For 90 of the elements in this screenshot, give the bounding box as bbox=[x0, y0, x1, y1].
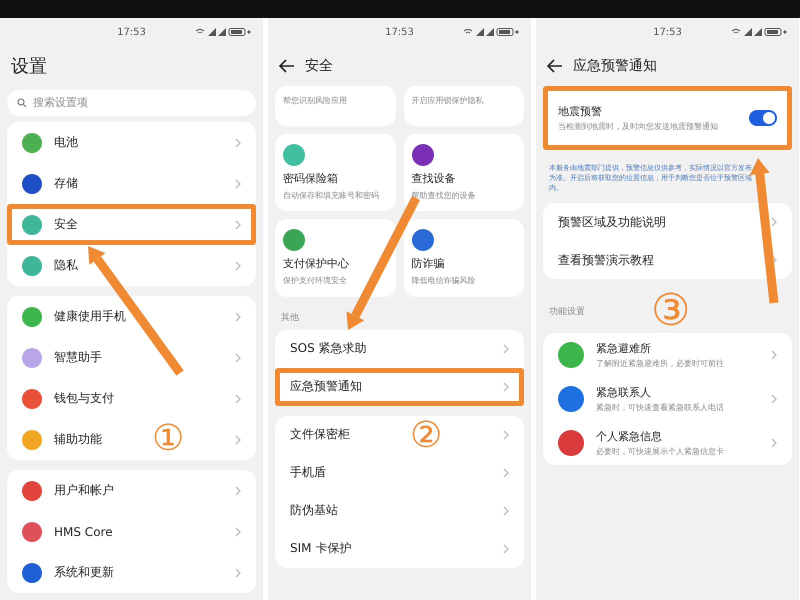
card-title: 密码保险箱 bbox=[283, 171, 339, 186]
settings-item[interactable]: 紧急联系人 紧急时，可快速查看紧急联系人电话 bbox=[543, 377, 792, 422]
chevron-icon bbox=[503, 344, 509, 354]
settings-item[interactable]: 钱包与支付 bbox=[7, 378, 256, 419]
page-title: 安全 bbox=[305, 57, 333, 75]
chevron-icon bbox=[771, 438, 777, 448]
settings-item[interactable]: 系统和更新 bbox=[7, 552, 256, 593]
card-description: 自动保存和填充账号和密码 bbox=[283, 191, 380, 202]
chevron-icon bbox=[235, 138, 241, 148]
setting-icon bbox=[22, 348, 42, 368]
setting-icon bbox=[22, 480, 42, 500]
chevron-icon bbox=[771, 217, 777, 228]
step-number: ③ bbox=[651, 289, 690, 334]
setting-icon bbox=[22, 388, 42, 408]
card-description: 降低电信诈骗风险 bbox=[412, 276, 476, 287]
chevron-icon bbox=[771, 350, 777, 360]
feature-card[interactable]: 帮您识别风险应用 bbox=[275, 86, 396, 126]
card-description: 帮您识别风险应用 bbox=[283, 96, 348, 106]
status-time: 17:53 bbox=[117, 26, 146, 38]
setting-icon bbox=[22, 132, 42, 152]
settings-item[interactable]: 辅助功能 ① bbox=[7, 419, 256, 460]
chevron-icon bbox=[235, 434, 241, 444]
chevron-icon bbox=[503, 544, 509, 554]
settings-item[interactable]: 存储 bbox=[7, 163, 256, 204]
feature-card[interactable]: 防诈骗 降低电信诈骗风险 bbox=[404, 219, 524, 297]
card-description: 保护支付环境安全 bbox=[283, 276, 348, 287]
settings-item[interactable]: 安全 bbox=[7, 204, 256, 245]
card-title: 防诈骗 bbox=[412, 256, 446, 272]
setting-icon bbox=[22, 430, 42, 450]
settings-item[interactable]: SIM 卡保护 bbox=[275, 530, 524, 568]
chevron-icon bbox=[235, 568, 241, 578]
setting-icon bbox=[22, 562, 42, 582]
chevron-icon bbox=[235, 394, 241, 404]
page-title: 应急预警通知 bbox=[573, 57, 657, 75]
status-icons bbox=[462, 27, 520, 37]
toggle-label: 地震预警 bbox=[558, 104, 603, 119]
chevron-icon bbox=[771, 394, 777, 404]
chevron-icon bbox=[235, 260, 241, 270]
settings-item[interactable]: 智慧助手 bbox=[7, 337, 256, 378]
settings-item[interactable]: 应急预警通知 bbox=[275, 368, 524, 406]
chevron-icon bbox=[235, 352, 241, 362]
search-icon bbox=[17, 98, 27, 108]
settings-item[interactable]: 防伪基站 bbox=[275, 492, 524, 530]
settings-item[interactable]: 预警区域及功能说明 bbox=[543, 203, 792, 242]
settings-item[interactable]: 紧急避难所 了解附近紧急避难所，必要时可前往 bbox=[543, 333, 792, 378]
chevron-icon bbox=[235, 486, 241, 496]
settings-item[interactable]: 个人紧急信息 必要时，可快速展示个人紧急信息卡 bbox=[543, 421, 792, 466]
chevron-icon bbox=[771, 255, 777, 266]
status-time: 17:53 bbox=[653, 26, 682, 38]
status-time: 17:53 bbox=[385, 26, 414, 38]
chevron-icon bbox=[503, 506, 509, 516]
toggle-description: 当检测到地震时，及时向您发送地震预警通知 bbox=[558, 122, 719, 132]
step-number: ① bbox=[152, 421, 184, 457]
status-icons bbox=[194, 27, 252, 37]
chevron-icon bbox=[235, 312, 241, 322]
settings-item[interactable]: 用户和帐户 bbox=[7, 470, 256, 511]
card-title: 查找设备 bbox=[412, 171, 456, 186]
card-title: 支付保护中心 bbox=[283, 256, 350, 272]
toggle-row[interactable]: 地震预警 当检测到地震时，及时向您发送地震预警通知 bbox=[543, 86, 792, 150]
feature-card[interactable]: 支付保护中心 保护支付环境安全 bbox=[275, 219, 396, 297]
setting-icon bbox=[22, 256, 42, 276]
step-number: ② bbox=[410, 418, 442, 454]
settings-item[interactable]: 查看预警演示教程 bbox=[543, 241, 792, 280]
settings-item[interactable]: SOS 紧急求助 bbox=[275, 330, 524, 368]
setting-icon bbox=[22, 522, 42, 542]
feature-card[interactable]: 密码保险箱 自动保存和填充账号和密码 bbox=[275, 134, 396, 212]
section-header: 功能设置 bbox=[548, 306, 586, 319]
setting-icon bbox=[22, 214, 42, 234]
back-arrow-icon[interactable] bbox=[279, 59, 295, 73]
settings-item[interactable]: 电池 bbox=[7, 122, 256, 163]
settings-item[interactable]: 文件保密柜 ② bbox=[275, 416, 524, 454]
setting-icon bbox=[22, 306, 42, 326]
settings-item[interactable]: 手机盾 bbox=[275, 454, 524, 492]
chevron-icon bbox=[503, 468, 509, 478]
feature-card[interactable]: 开启应用锁保护隐私 bbox=[404, 86, 524, 126]
chevron-icon bbox=[503, 430, 509, 440]
settings-item[interactable]: HMS Core bbox=[7, 511, 256, 552]
chevron-icon bbox=[235, 526, 241, 536]
back-arrow-icon[interactable] bbox=[547, 59, 563, 73]
chevron-icon bbox=[235, 220, 241, 230]
chevron-icon bbox=[235, 178, 241, 188]
search-field[interactable]: 搜索设置项 bbox=[7, 90, 256, 116]
setting-icon bbox=[22, 174, 42, 194]
card-description: 开启应用锁保护隐私 bbox=[412, 96, 484, 106]
page-title: 设置 bbox=[11, 55, 47, 78]
chevron-icon bbox=[503, 382, 509, 392]
settings-item[interactable]: 健康使用手机 bbox=[7, 296, 256, 337]
toggle-switch[interactable] bbox=[749, 110, 777, 126]
status-icons bbox=[730, 27, 788, 37]
section-header: 其他 bbox=[280, 312, 300, 325]
